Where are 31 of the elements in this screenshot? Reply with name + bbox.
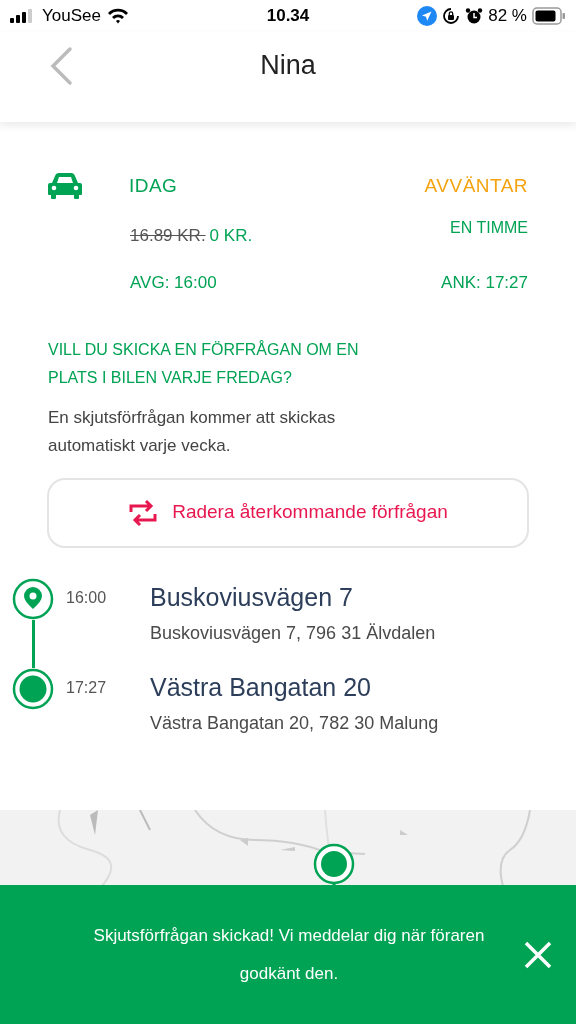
trip-duration: EN TIMME xyxy=(450,218,528,239)
recurring-question: VILL DU SKICKA EN FÖRFRÅGAN OM EN PLATS I BILEN VARJE FREDAG? xyxy=(48,339,360,388)
departure-time: AVG: 16:00 xyxy=(130,272,217,294)
alarm-icon xyxy=(465,7,484,25)
trip-price: 0 KR. xyxy=(209,224,253,247)
route-line xyxy=(31,619,35,668)
car-icon xyxy=(48,173,82,200)
wifi-icon xyxy=(106,8,129,24)
stop-time: 17:27 xyxy=(66,677,108,698)
repeat-icon xyxy=(128,498,159,527)
delete-recurring-button[interactable]: Radera återkommande förfrågan xyxy=(47,477,529,548)
toast-message: Skjutsförfrågan skickad! Vi meddelar dig när föraren godkänt den. xyxy=(92,924,486,985)
location-icon xyxy=(417,6,438,26)
header-title: Nina xyxy=(260,48,316,82)
original-price: 16.89 KR. xyxy=(130,224,206,247)
stop-address: Västra Bangatan 20, 782 30 Malung xyxy=(150,711,439,735)
destination-marker-icon xyxy=(12,667,54,710)
pin-marker-icon xyxy=(12,577,54,620)
carrier-name: YouSee xyxy=(42,5,101,28)
battery-percent: 82 % xyxy=(488,5,527,28)
clock-time: 10.34 xyxy=(266,5,310,28)
arrival-time: ANK: 17:27 xyxy=(441,272,528,294)
trip-day: IDAG xyxy=(129,172,178,201)
battery-icon xyxy=(532,7,566,25)
rotation-lock-icon xyxy=(442,7,461,25)
stop-address: Buskoviusvägen 7, 796 31 Älvdalen xyxy=(150,621,436,645)
stop-name: Västra Bangatan 20 xyxy=(150,671,372,703)
stop-time: 16:00 xyxy=(66,587,108,608)
trip-status: AVVÄNTAR xyxy=(424,174,528,198)
recurring-info: En skjutsförfrågan kommer att skickas automatiskt varje vecka. xyxy=(48,406,337,457)
stop-name: Buskoviusvägen 7 xyxy=(150,581,354,613)
